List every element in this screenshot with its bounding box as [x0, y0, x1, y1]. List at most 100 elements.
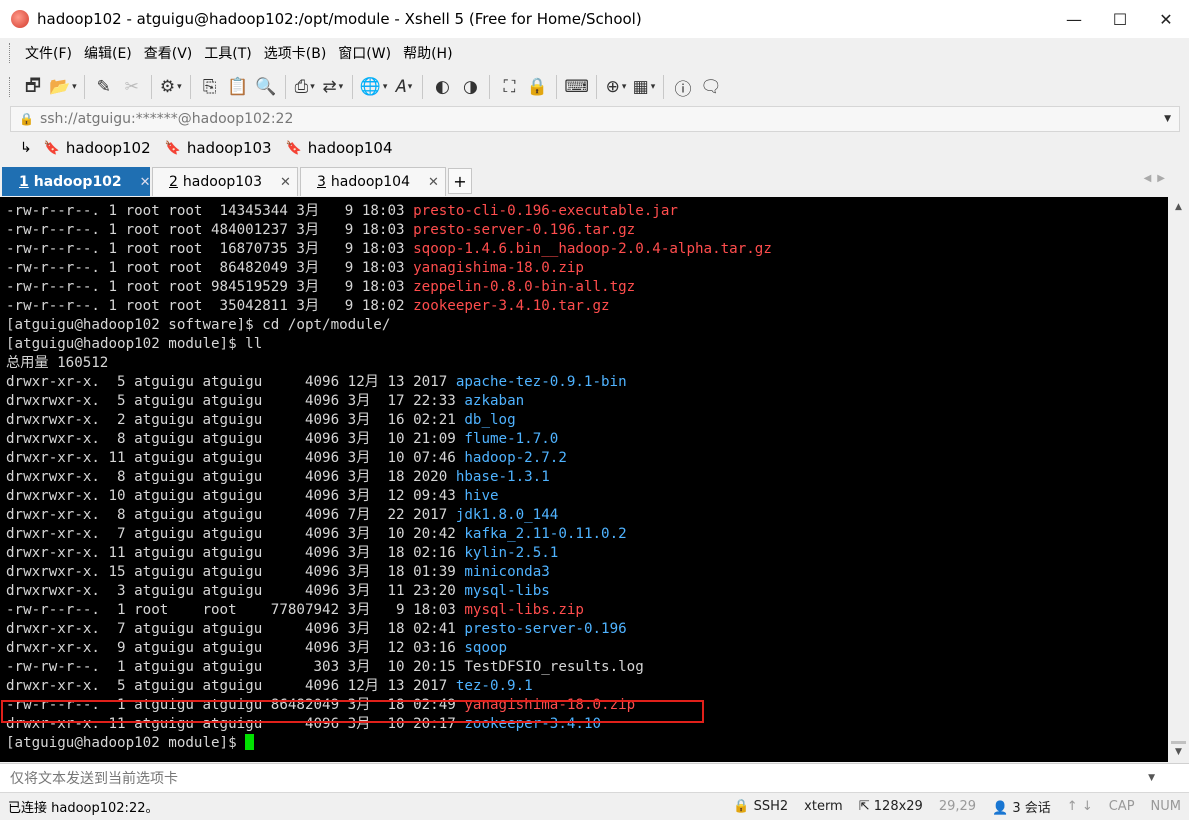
xftp-icon[interactable]: ◐ [430, 74, 454, 100]
paste-icon[interactable]: 📋 [226, 74, 250, 100]
line-text: drwxr-xr-x. 7 atguigu atguigu 4096 3月 18… [6, 621, 465, 637]
add-tab-icon[interactable]: ⊕ ▾ [604, 74, 628, 100]
scroll-down-icon[interactable]: ▼ [1168, 744, 1189, 760]
tab-label: hadoop102 [33, 174, 122, 190]
close-icon[interactable]: ✕ [1143, 0, 1189, 38]
menu-edit[interactable]: 编辑(E) [78, 43, 138, 63]
file-name: TestDFSIO_results.log [464, 659, 644, 675]
new-session-icon[interactable]: 🗗 [21, 74, 45, 100]
address-bar[interactable]: 🔒 ssh://atguigu:******@hadoop102:22 ▼ [10, 106, 1180, 132]
terminal-line: -rw-r--r--. 1 root root 484001237 3月 9 1… [6, 221, 772, 240]
terminal-line: drwxr-xr-x. 9 atguigu atguigu 4096 3月 12… [6, 639, 772, 658]
toolbar-grip[interactable] [9, 77, 13, 97]
file-name: mysql-libs.zip [464, 602, 584, 618]
file-name: yanagishima-18.0.zip [413, 260, 584, 276]
address-dropdown-icon[interactable]: ▼ [1164, 114, 1171, 124]
tab-hadoop103[interactable]: 2 hadoop103 ✕ [152, 167, 298, 196]
file-name: presto-server-0.196.tar.gz [413, 222, 636, 238]
caps-lock-status: CAP [1108, 799, 1135, 814]
links-arrow-icon[interactable]: ↳ [20, 140, 32, 156]
tab-close-icon[interactable]: ✕ [140, 175, 151, 190]
toolbar-divider [284, 75, 286, 99]
terminal-size: ⇱ 128x29 [859, 799, 923, 814]
line-text: -rw-r--r--. 1 root root 984519529 3月 9 1… [6, 279, 414, 295]
compose-input[interactable]: 仅将文本发送到当前选项卡 [10, 768, 1148, 788]
print-icon[interactable]: ⎙ ▾ [293, 74, 317, 100]
disconnect-icon[interactable]: ✂ [120, 74, 144, 100]
open-folder-icon[interactable]: 📂 ▾ [49, 74, 77, 100]
terminal-line: [atguigu@hadoop102 software]$ cd /opt/mo… [6, 316, 772, 335]
prompt-line[interactable]: [atguigu@hadoop102 module]$ [6, 734, 772, 753]
file-name: kylin-2.5.1 [464, 545, 559, 561]
terminal-line: [atguigu@hadoop102 module]$ ll [6, 335, 772, 354]
properties-icon[interactable]: ⚙ ▾ [159, 74, 183, 100]
minimize-icon[interactable]: — [1051, 0, 1097, 38]
terminal-line: -rw-r--r--. 1 root root 984519529 3月 9 1… [6, 278, 772, 297]
tab-hadoop102[interactable]: 1 hadoop102 ✕ [2, 167, 151, 196]
keyboard-icon[interactable]: ⌨ [564, 74, 589, 100]
line-text: drwxr-xr-x. 9 atguigu atguigu 4096 3月 12… [6, 640, 465, 656]
file-name: flume-1.7.0 [464, 431, 559, 447]
transfer-icon[interactable]: ⇄ ▾ [321, 74, 345, 100]
address-input[interactable]: ssh://atguigu:******@hadoop102:22 [40, 111, 1164, 127]
line-text: drwxrwxr-x. 2 atguigu atguigu 4096 3月 16… [6, 412, 465, 428]
line-text: drwxr-xr-x. 7 atguigu atguigu 4096 3月 10… [6, 526, 465, 542]
menu-grip[interactable] [9, 43, 13, 63]
tab-close-icon[interactable]: ✕ [428, 175, 439, 190]
compose-dropdown-icon[interactable]: ▼ [1148, 773, 1155, 783]
file-name: miniconda3 [464, 564, 550, 580]
link-hadoop103[interactable]: 🔖 hadoop103 [165, 139, 272, 157]
scroll-up-icon[interactable]: ▲ [1168, 199, 1189, 215]
new-tab-button[interactable]: + [448, 168, 472, 194]
toolbar-divider [351, 75, 353, 99]
terminal-scrollbar[interactable]: ▲ ▼ [1168, 197, 1189, 762]
terminal-output[interactable]: -rw-r--r--. 1 root root 14345344 3月 9 18… [0, 197, 1168, 762]
tab-close-icon[interactable]: ✕ [280, 175, 291, 190]
line-text: drwxrwxr-x. 15 atguigu atguigu 4096 3月 1… [6, 564, 465, 580]
terminal-type: xterm [804, 799, 843, 814]
line-text: drwxrwxr-x. 5 atguigu atguigu 4096 3月 17… [6, 393, 465, 409]
compose-bar[interactable]: 仅将文本发送到当前选项卡 ▼ [0, 763, 1189, 792]
globe-icon[interactable]: 🌐 ▾ [360, 74, 388, 100]
menu-window[interactable]: 窗口(W) [332, 43, 397, 63]
copy-icon[interactable]: ⎘ [198, 74, 222, 100]
font-icon[interactable]: 𝐴 ▾ [391, 74, 415, 100]
tab-scroll-arrows-icon[interactable]: ◀▶ [1144, 173, 1171, 184]
tab-number: 1 [19, 174, 29, 190]
menu-help[interactable]: 帮助(H) [397, 43, 458, 63]
terminal-line: drwxr-xr-x. 7 atguigu atguigu 4096 3月 10… [6, 525, 772, 544]
line-text: [atguigu@hadoop102 software]$ cd /opt/mo… [6, 317, 391, 333]
line-text: -rw-r--r--. 1 root root 484001237 3月 9 1… [6, 222, 414, 238]
link-hadoop102[interactable]: 🔖 hadoop102 [44, 139, 151, 157]
line-text: drwxrwxr-x. 3 atguigu atguigu 4096 3月 11… [6, 583, 465, 599]
terminal-line: -rw-r--r--. 1 root root 35042811 3月 9 18… [6, 297, 772, 316]
layout-icon[interactable]: ▦ ▾ [632, 74, 656, 100]
toolbar-divider [422, 75, 424, 99]
terminal-line: -rw-r--r--. 1 root root 16870735 3月 9 18… [6, 240, 772, 259]
tab-hadoop104[interactable]: 3 hadoop104 ✕ [300, 167, 446, 196]
file-name: mysql-libs [464, 583, 550, 599]
help-icon[interactable]: ⓘ [671, 74, 695, 100]
link-hadoop104[interactable]: 🔖 hadoop104 [286, 139, 393, 157]
menu-view[interactable]: 查看(V) [138, 43, 199, 63]
maximize-icon[interactable]: ☐ [1097, 0, 1143, 38]
prompt-text: [atguigu@hadoop102 module]$ [6, 735, 246, 751]
reconnect-icon[interactable]: ✎ [92, 74, 116, 100]
line-text: drwxr-xr-x. 5 atguigu atguigu 4096 12月 1… [6, 374, 456, 390]
terminal-line: drwxrwxr-x. 5 atguigu atguigu 4096 3月 17… [6, 392, 772, 411]
find-icon[interactable]: 🔍 [254, 74, 278, 100]
file-name: presto-cli-0.196-executable.jar [413, 203, 678, 219]
xmanager-icon[interactable]: ◑ [458, 74, 482, 100]
lock-icon[interactable]: 🔒 [525, 74, 549, 100]
protocol-lock-icon: 🔒 [733, 799, 750, 814]
terminal-line: drwxr-xr-x. 5 atguigu atguigu 4096 12月 1… [6, 677, 772, 696]
file-name: hbase-1.3.1 [455, 469, 550, 485]
chat-icon[interactable]: 🗨 [699, 74, 723, 100]
fullscreen-icon[interactable]: ⛶ [497, 74, 521, 100]
menu-tools[interactable]: 工具(T) [198, 43, 257, 63]
toolbar-divider [150, 75, 152, 99]
menu-file[interactable]: 文件(F) [19, 43, 78, 63]
line-text: drwxrwxr-x. 10 atguigu atguigu 4096 3月 1… [6, 488, 465, 504]
address-lock-icon: 🔒 [19, 112, 34, 126]
menu-tab[interactable]: 选项卡(B) [258, 43, 333, 63]
